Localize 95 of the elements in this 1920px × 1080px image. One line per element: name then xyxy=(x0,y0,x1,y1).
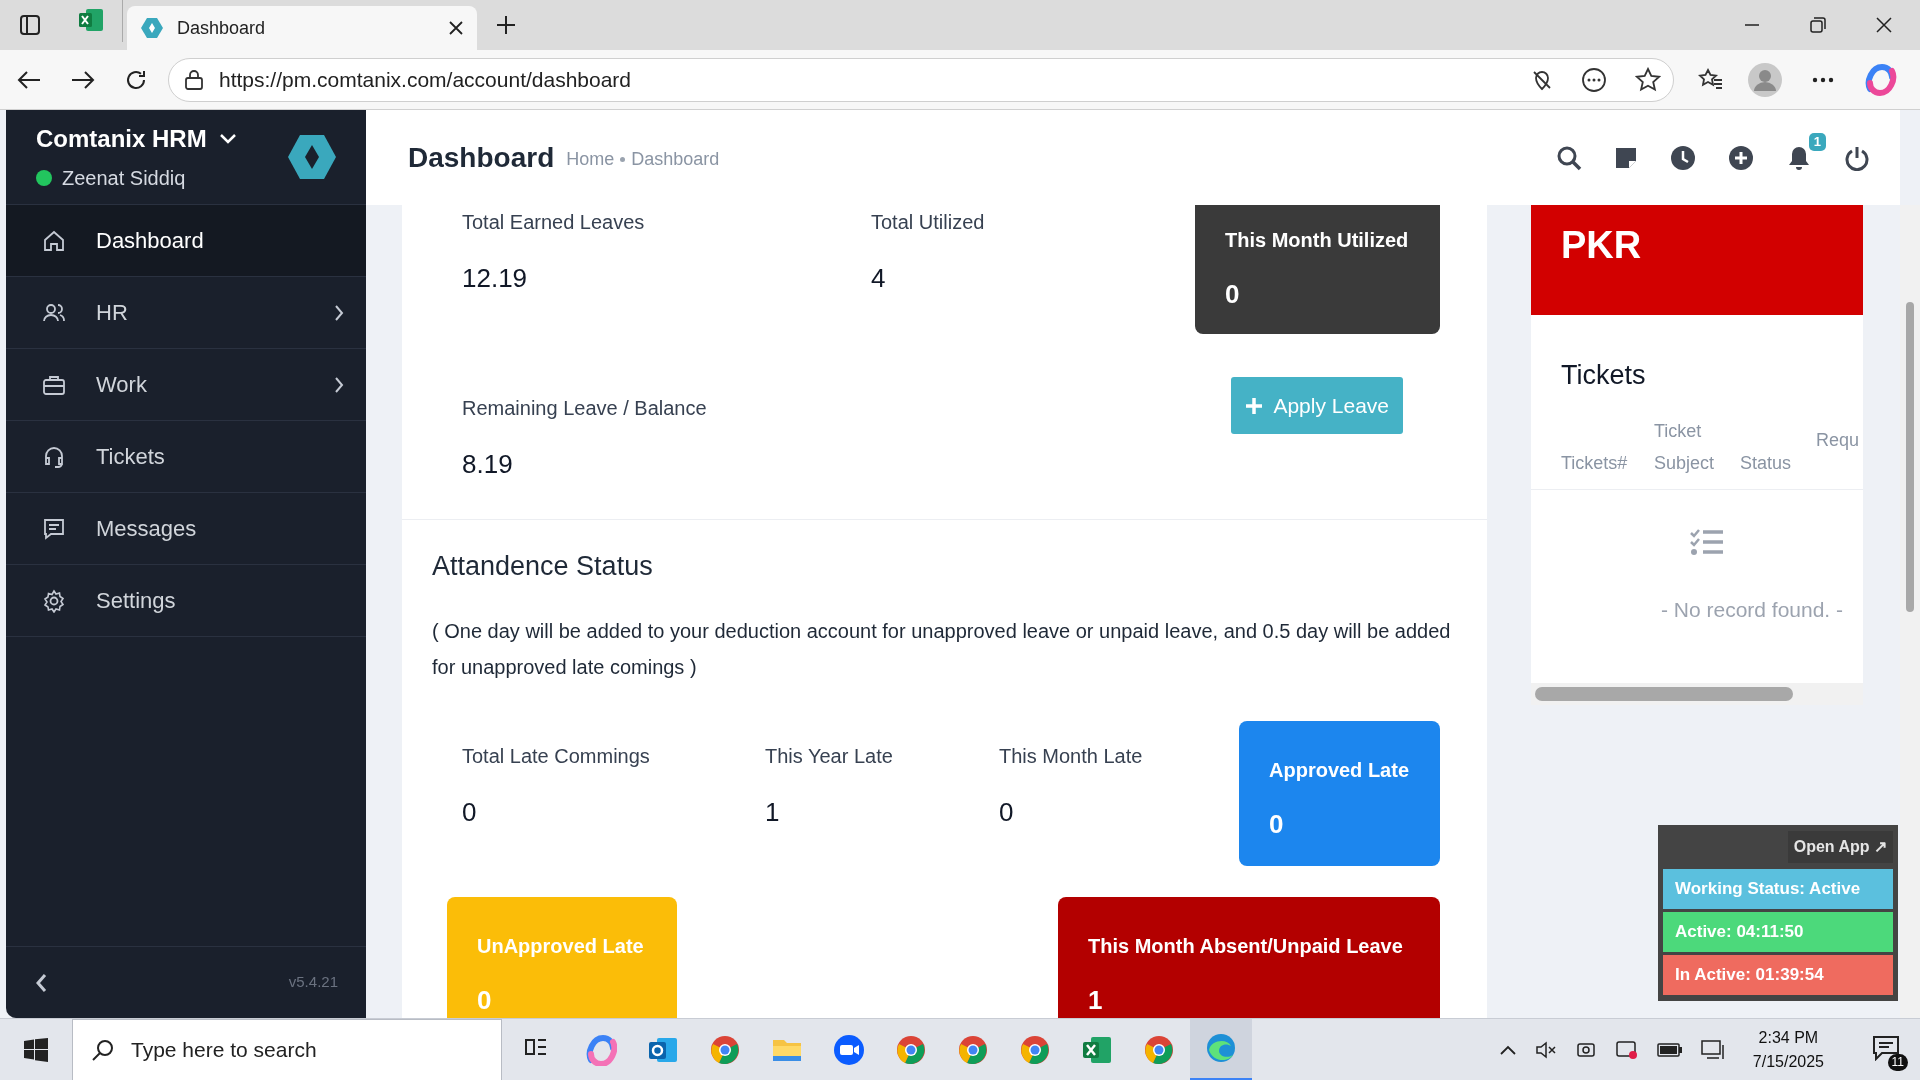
sidebar-item[interactable]: Settings xyxy=(6,565,366,637)
battery-icon[interactable] xyxy=(1656,1040,1683,1059)
swirl-icon[interactable] xyxy=(1864,62,1898,97)
logo-icon xyxy=(141,17,163,39)
page-title: Dashboard xyxy=(408,140,555,175)
version-text: v5.4.21 xyxy=(288,972,338,993)
stat-label: This Month Late xyxy=(999,743,1143,769)
network-icon[interactable] xyxy=(1700,1038,1725,1061)
sidebar-item[interactable]: Work xyxy=(6,349,366,421)
deduction-note: ( One day will be added to your deduction account for unapproved leave or unpaid leave, and 0.5 day will be added for unapproved late comings ) xyxy=(432,618,1451,680)
start-icon[interactable] xyxy=(24,1037,48,1062)
search-icon[interactable] xyxy=(1556,144,1582,171)
close-tab-icon[interactable] xyxy=(449,21,463,35)
horizontal-scrollbar[interactable] xyxy=(1535,687,1793,701)
sidebar-item[interactable]: Dashboard xyxy=(6,205,366,277)
card-value: 0 xyxy=(477,983,493,1017)
stat-value: 4 xyxy=(871,262,887,295)
more-options-icon[interactable] xyxy=(1581,66,1607,93)
search-icon xyxy=(91,1037,115,1062)
stat-label: Total Utilized xyxy=(871,210,985,235)
headset-icon xyxy=(42,444,66,469)
open-app-link[interactable]: Open App ↗ xyxy=(1787,831,1893,863)
bell-icon[interactable] xyxy=(1786,144,1812,171)
new-tab-icon[interactable] xyxy=(495,14,517,36)
wheel-icon xyxy=(1143,1033,1175,1066)
status-bar: Active: 04:11:50 xyxy=(1663,912,1893,952)
note-icon[interactable] xyxy=(1614,145,1638,170)
stat-value: 8.19 xyxy=(462,448,514,481)
clock-time[interactable]: 2:34 PM xyxy=(1758,1025,1819,1050)
spreadsheet-icon xyxy=(78,8,104,32)
power-icon[interactable] xyxy=(1844,144,1870,171)
notification-count: 11 xyxy=(1887,1053,1908,1071)
camera-icon xyxy=(833,1033,865,1066)
brand-name[interactable]: Comtanix HRM xyxy=(36,121,207,157)
stat-value: 0 xyxy=(462,795,478,829)
section-title: Attandence Status xyxy=(432,550,654,583)
plus-icon xyxy=(1245,396,1264,415)
star-icon[interactable] xyxy=(1635,66,1661,93)
add-icon[interactable] xyxy=(1728,144,1754,171)
fine-amount: PKR xyxy=(1561,224,1642,266)
restore-icon[interactable] xyxy=(1810,17,1826,33)
menu-icon[interactable] xyxy=(1812,76,1834,83)
card-label: UnApproved Late xyxy=(477,933,645,959)
sidebar-item[interactable]: Tickets xyxy=(6,421,366,493)
card-label: Approved Late xyxy=(1269,757,1411,783)
search-box[interactable]: Type here to search xyxy=(72,1018,502,1080)
stat-value: 12.19 xyxy=(462,262,529,295)
tracking-off-icon[interactable] xyxy=(1531,68,1553,91)
card-title: Tickets xyxy=(1560,359,1647,392)
sidebar-panel-icon[interactable] xyxy=(19,14,41,36)
search-placeholder: Type here to search xyxy=(131,1036,317,1063)
wheel-icon xyxy=(709,1033,741,1066)
collapse-icon[interactable] xyxy=(34,971,48,994)
clock-date[interactable]: 7/15/2025 xyxy=(1752,1049,1824,1074)
chevron-up-icon[interactable] xyxy=(1498,1043,1517,1056)
browser-tab[interactable]: Dashboard xyxy=(127,6,477,50)
vertical-scrollbar[interactable] xyxy=(1906,302,1914,612)
user-name: Zeenat Siddiq xyxy=(62,166,186,191)
back-icon[interactable] xyxy=(16,68,42,91)
checklist-icon xyxy=(1690,527,1724,556)
stat-label: Total Earned Leaves xyxy=(462,210,646,235)
utilized-label: This Month Utilized xyxy=(1225,228,1410,253)
card-value: 0 xyxy=(1269,807,1285,841)
recording-icon[interactable] xyxy=(1614,1038,1639,1061)
url-text: https://pm.comtanix.com/account/dashboard xyxy=(219,66,632,93)
profile-avatar-icon[interactable] xyxy=(1748,62,1782,97)
forward-icon[interactable] xyxy=(70,68,96,91)
sidebar-item[interactable]: Messages xyxy=(6,493,366,565)
card-value: 1 xyxy=(1088,983,1104,1017)
card-label: This Month Absent/Unpaid Leave xyxy=(1088,933,1404,959)
stat-label: Remaining Leave / Balance xyxy=(462,396,708,421)
clock-icon[interactable] xyxy=(1670,144,1696,171)
wheel-icon xyxy=(1019,1033,1051,1066)
wave-icon xyxy=(1205,1032,1237,1064)
status-bar: Working Status: Active xyxy=(1663,869,1893,909)
utilized-value: 0 xyxy=(1225,278,1241,311)
close-icon[interactable] xyxy=(1876,17,1892,33)
home-icon xyxy=(42,228,66,253)
stat-value: 1 xyxy=(765,795,781,829)
swirl-icon xyxy=(585,1033,617,1066)
notification-count: 1 xyxy=(1808,132,1826,151)
message-icon xyxy=(42,516,66,541)
stat-value: 0 xyxy=(999,795,1015,829)
empty-message: - No record found. - xyxy=(1660,596,1844,623)
wheel-icon xyxy=(895,1033,927,1066)
sidebar-item[interactable]: HR xyxy=(6,277,366,349)
status-bar: In Active: 01:39:54 xyxy=(1663,955,1893,995)
address-bar[interactable]: https://pm.comtanix.com/account/dashboard xyxy=(168,57,1674,102)
stat-label: Total Late Commings xyxy=(462,743,651,769)
stat-label: This Year Late xyxy=(765,743,894,769)
lock-icon xyxy=(183,68,205,91)
wheel-icon xyxy=(957,1033,989,1066)
settings-icon xyxy=(42,588,66,613)
logo-icon xyxy=(288,135,336,179)
chevron-down-icon[interactable] xyxy=(218,133,237,145)
